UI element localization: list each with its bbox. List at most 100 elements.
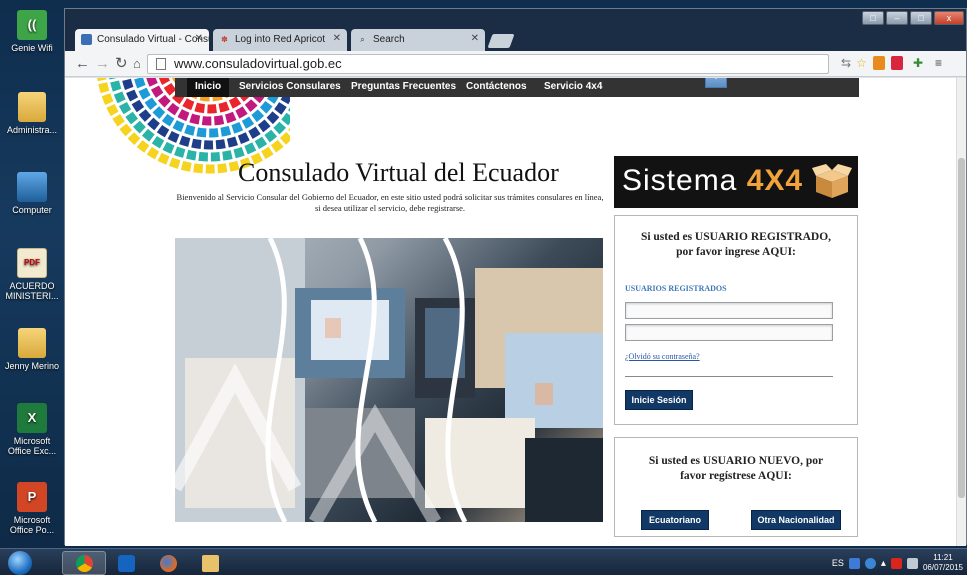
restore-button[interactable]: □ — [862, 11, 884, 25]
browser-toolbar: ← → ↻ ⌂ www.consuladovirtual.gob.ec ⇆ ☆ … — [65, 51, 966, 77]
nav-servicios-consulares[interactable]: Servicios Consulares — [239, 81, 341, 92]
sistema-4x4-banner[interactable]: Sistema 4X4 — [614, 156, 858, 208]
taskbar-media-player[interactable] — [104, 551, 148, 575]
register-heading-line2: favor regístrese AQUI: — [680, 470, 792, 482]
intro-text: Bienvenido al Servicio Consular del Gobi… — [176, 192, 604, 213]
username-input[interactable] — [625, 302, 833, 319]
otra-nacionalidad-button[interactable]: Otra Nacionalidad — [751, 510, 841, 530]
page-viewport: Inicio Servicios Consulares Preguntas Fr… — [65, 78, 966, 546]
menu-icon[interactable]: ≡ — [935, 56, 942, 70]
forgot-password-link[interactable]: ¿Olvidó su contraseña? — [625, 352, 700, 361]
scrollbar-thumb[interactable] — [958, 158, 965, 498]
show-hidden-icons-icon[interactable]: ▴ — [881, 558, 886, 569]
star-icon[interactable]: ☆ — [856, 56, 867, 70]
desktop-icon-label: Jenny Merino — [4, 361, 60, 371]
page-scrollbar[interactable] — [956, 78, 966, 546]
hero-photo-collage — [175, 238, 603, 522]
registered-users-label: USUARIOS REGISTRADOS — [625, 284, 727, 293]
dropdown-toggle-icon[interactable]: ▾ — [705, 78, 727, 88]
password-input[interactable] — [625, 324, 833, 341]
home-icon[interactable]: ⌂ — [133, 55, 141, 72]
taskbar-explorer[interactable] — [188, 551, 232, 575]
start-button[interactable] — [8, 551, 32, 575]
wifi-icon: (( — [17, 10, 47, 40]
folder-icon — [18, 92, 46, 122]
folder-icon — [201, 554, 219, 572]
nav-servicio-4x4[interactable]: Servicio 4x4 — [544, 81, 602, 92]
desktop-icon-label: Genie Wifi — [11, 43, 53, 53]
reload-icon[interactable]: ↻ — [115, 55, 128, 72]
clock-time: 11:21 — [933, 553, 953, 562]
desktop-icon-acuerdo[interactable]: PDF ACUERDO MINISTERI... — [3, 248, 61, 301]
close-window-button[interactable]: x — [934, 11, 964, 25]
back-icon[interactable]: ← — [75, 55, 90, 72]
translate-icon[interactable]: ⇆ — [841, 56, 851, 70]
clock-date: 06/07/2015 — [922, 563, 963, 572]
page-title: Consulado Virtual del Ecuador — [238, 158, 559, 187]
help-icon[interactable] — [864, 557, 876, 569]
desktop-icon-genie-wifi[interactable]: (( Genie Wifi — [3, 10, 61, 53]
close-icon[interactable]: ✕ — [333, 33, 341, 44]
desktop-icon-excel[interactable]: X Microsoft Office Exc... — [3, 403, 61, 456]
search-icon: ⌕ — [360, 35, 365, 44]
nav-preguntas-frecuentes[interactable]: Preguntas Frecuentes — [351, 81, 456, 92]
banner-prefix: Sistema — [622, 164, 747, 197]
tab-red-apricot[interactable]: ✽ Log into Red Apricot ✕ — [213, 29, 347, 51]
desktop-icon-label: Microsoft Office Po... — [9, 515, 55, 535]
login-heading: Si usted es USUARIO REGISTRADO, por favo… — [615, 230, 857, 260]
close-icon[interactable]: ✕ — [471, 33, 479, 44]
extension-icon[interactable]: ✚ — [913, 56, 923, 70]
excel-icon: X — [17, 403, 47, 433]
nav-contactenos[interactable]: Contáctenos — [466, 81, 527, 92]
banner-highlight: 4X4 — [746, 164, 804, 197]
network-icon[interactable] — [906, 557, 918, 569]
address-bar[interactable]: www.consuladovirtual.gob.ec — [147, 54, 829, 74]
tab-consulado-virtual[interactable]: Consulado Virtual - Consu ✕ — [75, 29, 209, 51]
chrome-icon — [75, 554, 93, 572]
apricot-favicon-icon: ✽ — [221, 35, 228, 44]
download-extension-icon[interactable] — [873, 56, 885, 70]
taskbar-firefox[interactable] — [146, 551, 190, 575]
desktop-icon-computer[interactable]: Computer — [3, 172, 61, 215]
computer-icon — [17, 172, 47, 202]
desktop-icon-jenny-merino[interactable]: Jenny Merino — [3, 328, 61, 371]
media-player-icon — [117, 554, 135, 572]
tab-title: Search — [373, 34, 405, 45]
pocket-extension-icon[interactable] — [891, 56, 903, 70]
keyboard-icon[interactable] — [848, 557, 860, 569]
ecuatoriano-button[interactable]: Ecuatoriano — [641, 510, 709, 530]
register-panel: Si usted es USUARIO NUEVO, por favor reg… — [614, 437, 858, 537]
taskbar-chrome[interactable] — [62, 551, 106, 575]
tab-search[interactable]: ⌕ Search ✕ — [351, 29, 485, 51]
login-divider — [625, 376, 833, 377]
nav-inicio[interactable]: Inicio — [187, 78, 230, 97]
minimize-button[interactable]: – — [886, 11, 908, 25]
desktop-icon-label: Administra... — [6, 125, 57, 135]
language-indicator[interactable]: ES — [832, 558, 844, 568]
tab-title: Log into Red Apricot — [235, 34, 326, 45]
security-icon[interactable] — [890, 557, 902, 569]
register-heading-line1: Si usted es USUARIO NUEVO, por — [648, 455, 824, 467]
site-favicon-icon — [81, 34, 92, 45]
site-navigation: Inicio Servicios Consulares Preguntas Fr… — [175, 78, 859, 97]
login-button[interactable]: Inicie Sesión — [625, 390, 693, 410]
window-controls: □ – □ x — [862, 11, 964, 25]
maximize-button[interactable]: □ — [910, 11, 932, 25]
login-heading-line1: Si usted es USUARIO REGISTRADO, — [640, 231, 832, 243]
login-panel: Si usted es USUARIO REGISTRADO, por favo… — [614, 215, 858, 425]
desktop-icon-powerpoint[interactable]: P Microsoft Office Po... — [3, 482, 61, 535]
login-heading-line2: por favor ingrese AQUI: — [676, 246, 796, 258]
register-heading: Si usted es USUARIO NUEVO, por favor reg… — [615, 454, 857, 484]
address-url: www.consuladovirtual.gob.ec — [174, 56, 342, 71]
browser-window: Consulado Virtual - Consu ✕ ✽ Log into R… — [64, 8, 967, 546]
clock[interactable]: 11:21 06/07/2015 — [923, 553, 963, 573]
new-tab-button[interactable] — [487, 34, 515, 48]
forward-icon[interactable]: → — [95, 55, 110, 72]
folder-icon — [18, 328, 46, 358]
tab-title: Consulado Virtual - Consu — [97, 34, 209, 45]
collage-shapes — [175, 238, 603, 522]
desktop-icon-label: ACUERDO MINISTERI... — [5, 281, 59, 301]
powerpoint-icon: P — [17, 482, 47, 512]
close-icon[interactable]: ✕ — [195, 33, 203, 44]
desktop-icon-administra[interactable]: Administra... — [3, 92, 61, 135]
